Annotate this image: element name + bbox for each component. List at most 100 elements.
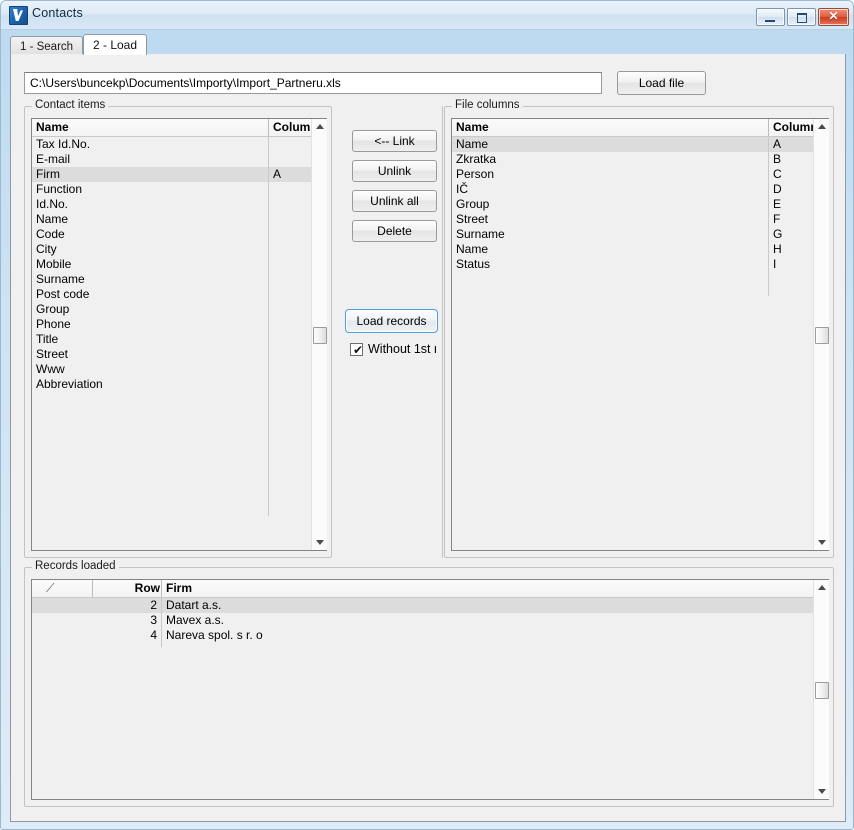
records-loaded-group: Records loaded ⟋ Row Firm 2 Datart a.s. 3 M… [24,560,834,807]
table-row[interactable]: City [32,242,326,257]
cell-name: Post code [36,287,90,301]
records-loaded-body: 2 Datart a.s. 3 Mavex a.s. 4 Nareva spol. s r… [32,598,828,643]
scrollbar-thumb[interactable] [815,682,829,699]
app-icon [9,6,28,25]
cell-name: Name [36,212,69,226]
contact-items-scrollbar[interactable] [311,119,327,550]
header-name[interactable]: Name [32,119,268,136]
table-row[interactable]: Www [32,362,326,377]
cell-name: Function [36,182,83,196]
table-row[interactable]: Post code [32,287,326,302]
contact-items-grid[interactable]: Name Column Tax Id.No. E-mail Firm A Functio… [31,118,327,551]
cell-marker [32,598,92,613]
delete-button[interactable]: Delete [352,220,437,242]
table-row[interactable]: Person C [452,167,828,182]
table-row[interactable]: 2 Datart a.s. [32,598,828,613]
close-icon: ✕ [828,9,839,23]
cell-name: Zkratka [456,152,497,166]
contact-column-divider [268,136,269,516]
table-row[interactable]: Id.No. [32,197,326,212]
file-columns-grid[interactable]: Name Column Name A Zkratka B Person C IČ D Group… [451,118,829,551]
table-row[interactable]: Street F [452,212,828,227]
scroll-down-icon[interactable] [814,784,829,799]
table-row[interactable]: Code [32,227,326,242]
header-sort-indicator[interactable]: ⟋ [32,580,92,597]
cell-row: 2 [150,598,157,612]
checkbox-box[interactable]: ✔ [350,343,363,356]
cell-name: Code [36,227,65,241]
table-row[interactable]: Name [32,212,326,227]
table-row[interactable]: Title [32,332,326,347]
table-row[interactable]: IČ D [452,182,828,197]
close-button[interactable]: ✕ [818,8,849,26]
records-loaded-grid[interactable]: ⟋ Row Firm 2 Datart a.s. 3 Mavex a.s. 4 Narev… [31,579,829,800]
cell-name: Street [456,212,489,226]
table-row[interactable]: Abbreviation [32,377,326,392]
table-row[interactable]: Mobile [32,257,326,272]
without-first-row-label: Without 1st row [368,342,436,356]
load-records-button[interactable]: Load records [345,309,438,333]
records-loaded-caption: Records loaded [32,560,119,572]
scroll-down-icon[interactable] [814,535,829,550]
cell-name: Tax Id.No. [36,137,91,151]
tab-load[interactable]: 2 - Load [83,34,148,55]
cell-name: Status [456,257,491,271]
header-row[interactable]: Row [93,580,161,597]
cell-name: Surname [456,227,505,241]
file-columns-group: File columns Name Column Name A Zkratka B Pe… [444,99,834,558]
table-row[interactable]: Status I [452,257,828,272]
scroll-down-icon[interactable] [312,535,327,550]
cell-name: Group [36,302,70,316]
table-row[interactable]: Phone [32,317,326,332]
cell-firm: Nareva spol. s r. o [166,628,263,642]
unlink-all-button[interactable]: Unlink all [352,190,437,212]
tab-search[interactable]: 1 - Search [10,36,84,54]
link-button[interactable]: <-- Link [352,130,437,152]
records-loaded-scrollbar[interactable] [813,580,829,799]
cell-firm: Datart a.s. [166,598,222,612]
load-file-button[interactable]: Load file [617,71,706,95]
table-row[interactable]: E-mail [32,152,326,167]
cell-name: Phone [36,317,71,331]
scroll-up-icon[interactable] [814,119,829,134]
cell-name: Www [36,362,65,376]
cell-name: Name [456,137,489,151]
scrollbar-thumb[interactable] [815,327,829,344]
without-first-row-checkbox[interactable]: ✔ Without 1st row [345,342,436,359]
records-loaded-header: ⟋ Row Firm [32,580,828,598]
contact-items-caption: Contact items [32,99,109,111]
cell-name: Surname [36,272,85,286]
unlink-button[interactable]: Unlink [352,160,437,182]
table-row[interactable]: Zkratka B [452,152,828,167]
scroll-up-icon[interactable] [814,580,829,595]
cell-name: Name [456,242,489,256]
table-row[interactable]: 3 Mavex a.s. [32,613,828,628]
cell-name: Mobile [36,257,72,271]
file-columns-header: Name Column [452,119,828,137]
table-row[interactable]: Firm A [32,167,326,182]
file-columns-scrollbar[interactable] [813,119,829,550]
cell-name: Street [36,347,69,361]
client-area: C:\Users\buncekp\Documents\Importy\Impor… [10,54,846,822]
scroll-up-icon[interactable] [312,119,327,134]
table-row[interactable]: Name A [452,137,828,152]
table-row[interactable]: Street [32,347,326,362]
minimize-button[interactable] [756,8,785,26]
cell-name: City [36,242,57,256]
table-row[interactable]: Function [32,182,326,197]
header-name[interactable]: Name [452,119,768,136]
file-path-input[interactable]: C:\Users\buncekp\Documents\Importy\Impor… [24,72,602,94]
maximize-button[interactable] [787,8,816,26]
table-row[interactable]: Surname [32,272,326,287]
header-firm[interactable]: Firm [162,580,462,597]
contact-items-body: Tax Id.No. E-mail Firm A Function Id.No. Name C… [32,137,326,392]
table-row[interactable]: 4 Nareva spol. s r. o [32,628,828,643]
table-row[interactable]: Tax Id.No. [32,137,326,152]
table-row[interactable]: Group [32,302,326,317]
cell-name: Firm [36,167,60,181]
file-column-divider [768,136,769,296]
table-row[interactable]: Surname G [452,227,828,242]
scrollbar-thumb[interactable] [313,327,327,344]
table-row[interactable]: Group E [452,197,828,212]
table-row[interactable]: Name H [452,242,828,257]
